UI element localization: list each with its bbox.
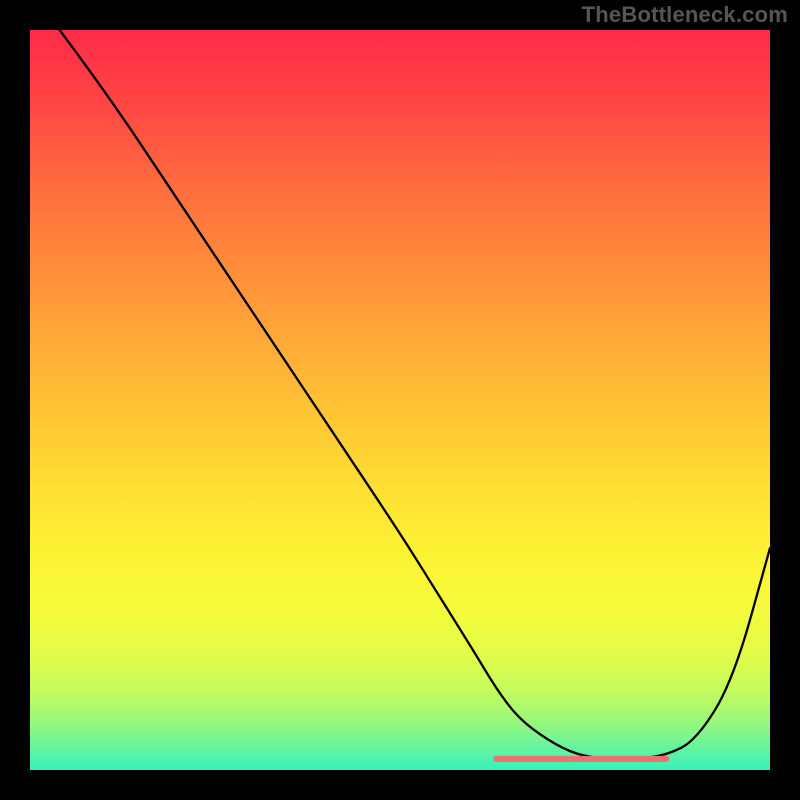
plot-area [30, 30, 770, 770]
chart-frame: TheBottleneck.com [0, 0, 800, 800]
watermark-text: TheBottleneck.com [582, 2, 788, 28]
curve-svg [30, 30, 770, 770]
bottleneck-curve-path [60, 30, 770, 759]
